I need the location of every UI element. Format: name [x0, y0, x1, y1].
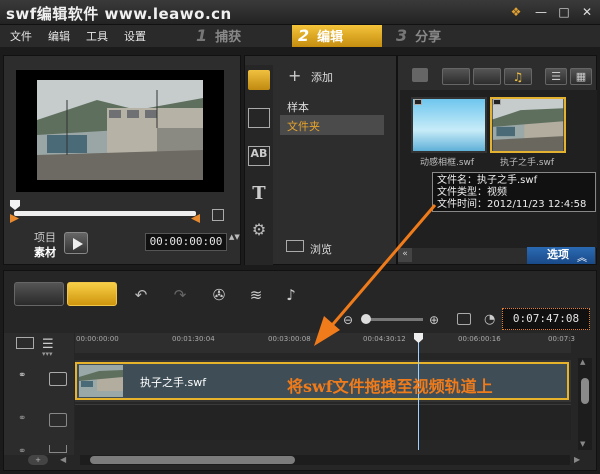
library-item-clip[interactable]: [490, 97, 566, 153]
play-icon: [73, 238, 83, 250]
list-view-icon[interactable]: ☰: [545, 68, 567, 85]
add-track-icon[interactable]: +: [28, 455, 48, 465]
library-item-label: 动感相框.swf: [420, 158, 475, 168]
maximize-button[interactable]: □: [556, 4, 572, 20]
instruction-annotation: 将swf文件拖拽至视频轨道上: [287, 377, 493, 396]
ruler-tick: 00:01:30:04: [172, 335, 215, 343]
drag-arrow: [314, 204, 437, 346]
overlay-track-icon: [49, 413, 67, 427]
tooltip-filename: 文件名：执子之手.swf: [437, 175, 538, 186]
step-number: 1: [196, 26, 208, 45]
media-library-icon[interactable]: [248, 70, 270, 90]
vertical-scrollbar[interactable]: [578, 358, 592, 450]
split-icon[interactable]: [212, 209, 224, 221]
sound-mixer-icon[interactable]: ≋: [246, 285, 266, 305]
tab-capture[interactable]: 1 捕获: [196, 25, 286, 47]
transition-icon[interactable]: [248, 108, 270, 128]
title-track-icon: [49, 445, 67, 453]
redo-icon[interactable]: ↷: [170, 285, 190, 305]
track-link-icon[interactable]: ⚭: [18, 370, 26, 381]
horizontal-scroll-thumb[interactable]: [90, 456, 295, 464]
tab-label: 编辑: [317, 30, 344, 45]
ruler-tick: 00:00:00:00: [76, 335, 119, 343]
scrub-bar[interactable]: [14, 211, 196, 216]
vertical-scroll-thumb[interactable]: [581, 378, 589, 404]
tooltip-filetime: 文件时间：2012/11/23 12:4:58: [437, 199, 587, 210]
show-audio-icon[interactable]: ♫: [504, 68, 532, 85]
play-button[interactable]: [64, 232, 88, 254]
track-manager-icon[interactable]: [16, 337, 34, 349]
menu-file[interactable]: 文件: [10, 28, 32, 44]
clip-name: 执子之手.swf: [140, 376, 207, 389]
chevron-down-icon[interactable]: ▾▾▾: [42, 350, 53, 358]
menu-settings[interactable]: 设置: [124, 28, 146, 44]
tab-label: 捕获: [215, 30, 242, 45]
record-capture-icon[interactable]: ✇: [209, 285, 229, 305]
clock-icon: ◔: [484, 312, 496, 327]
preview-timecode[interactable]: 00:00:00:00: [145, 233, 227, 251]
clip-thumbnail: [79, 365, 123, 397]
add-icon[interactable]: +: [288, 66, 301, 85]
video-frame-image: [37, 80, 203, 180]
thumbnail-view-icon[interactable]: ▦: [570, 68, 592, 85]
timecode-stepper[interactable]: ▲▼: [229, 233, 240, 242]
overlay-track[interactable]: [75, 404, 571, 440]
library-item-frame[interactable]: [411, 97, 487, 153]
timeline-view-button[interactable]: [67, 282, 117, 306]
text-t-icon[interactable]: T: [248, 183, 270, 204]
close-button[interactable]: ✕: [579, 4, 595, 20]
tab-share[interactable]: 3 分享: [396, 25, 486, 47]
show-image-icon[interactable]: [473, 68, 501, 85]
step-number: 3: [396, 26, 408, 45]
show-video-icon[interactable]: [442, 68, 470, 85]
track-link-icon[interactable]: ⚭: [18, 413, 26, 424]
window-title: swf编辑软件 www.leawo.cn: [6, 5, 232, 23]
undo-icon[interactable]: ↶: [131, 285, 151, 305]
chevron-up-icon: ︽: [577, 253, 587, 264]
video-badge-icon: [414, 99, 422, 105]
menu-tools[interactable]: 工具: [86, 28, 108, 44]
file-info-tooltip: 文件名：执子之手.swf 文件类型：视频 文件时间：2012/11/23 12:…: [432, 172, 596, 212]
add-folder-button[interactable]: 添加: [311, 69, 333, 85]
step-number: 2: [298, 26, 310, 45]
title-ab-icon[interactable]: AB: [248, 146, 270, 166]
scroll-right-icon[interactable]: ▶: [574, 455, 580, 464]
filter-icon[interactable]: ⚙: [248, 220, 270, 240]
library-item-label: 执子之手.swf: [500, 158, 555, 168]
video-track-icon: [49, 372, 67, 386]
tooltip-filetype: 文件类型：视频: [437, 187, 507, 198]
tab-label: 分享: [415, 30, 442, 45]
mode-clip[interactable]: 素材: [34, 244, 56, 260]
tab-edit[interactable]: 2 编辑: [292, 25, 382, 47]
track-link-icon[interactable]: ⚭: [18, 446, 26, 457]
video-badge-icon: [493, 99, 501, 105]
folder-sample[interactable]: 样本: [287, 99, 309, 115]
ruler-tick: 00:07:3: [548, 335, 575, 343]
ruler-tick: 00:06:00:16: [458, 335, 501, 343]
menu-edit[interactable]: 编辑: [48, 28, 70, 44]
timeline-timecode[interactable]: 0:07:47:08: [502, 308, 590, 330]
storyboard-view-button[interactable]: [14, 282, 64, 306]
scroll-left-icon[interactable]: ◀: [60, 455, 66, 464]
fit-project-icon[interactable]: [457, 313, 471, 325]
mode-project[interactable]: 项目: [34, 229, 56, 245]
folder-icon[interactable]: [412, 68, 428, 82]
minimize-button[interactable]: —: [533, 4, 549, 20]
scroll-down-icon[interactable]: ▼: [580, 440, 585, 448]
app-menu-icon[interactable]: ❖: [508, 4, 524, 20]
scroll-up-icon[interactable]: ▲: [580, 358, 585, 366]
folder-custom[interactable]: 文件夹: [280, 115, 384, 135]
track-header-column: [4, 333, 74, 455]
